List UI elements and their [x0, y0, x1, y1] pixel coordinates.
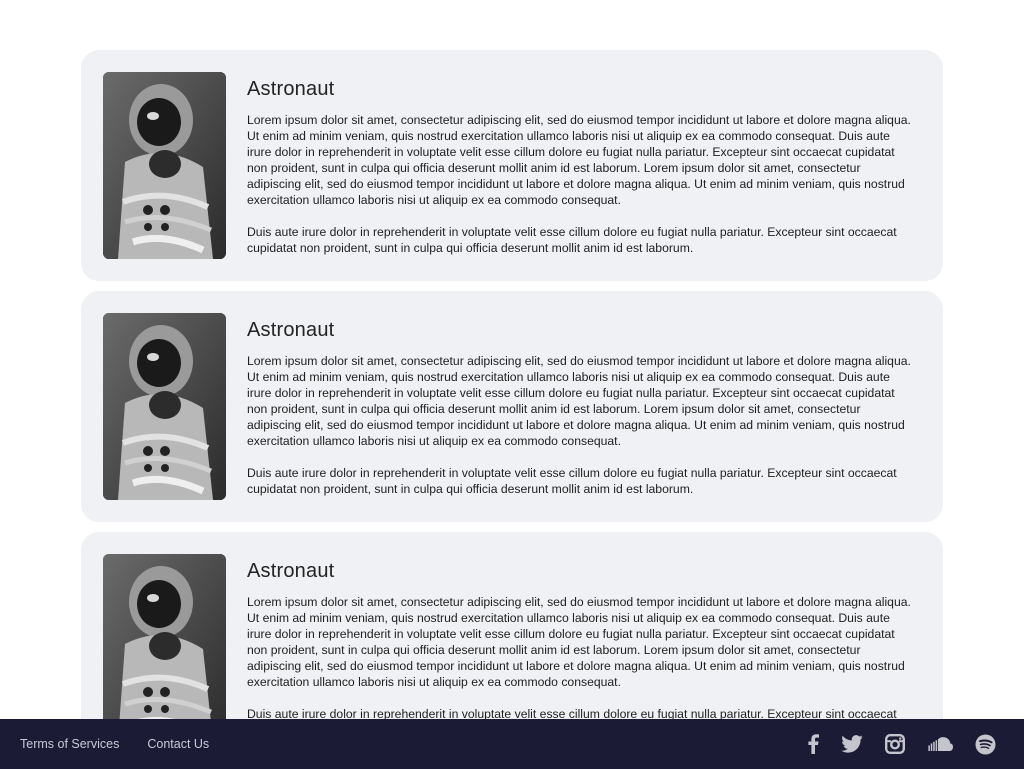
- footer-links: Terms of Services Contact Us: [20, 737, 237, 751]
- card: Astronaut Lorem ipsum dolor sit amet, co…: [81, 291, 943, 522]
- card-body: Astronaut Lorem ipsum dolor sit amet, co…: [247, 72, 917, 272]
- spotify-icon[interactable]: [975, 734, 996, 755]
- terms-of-services-link[interactable]: Terms of Services: [20, 737, 119, 751]
- card-list: Astronaut Lorem ipsum dolor sit amet, co…: [81, 50, 943, 769]
- instagram-icon[interactable]: [885, 734, 905, 754]
- card-paragraph: Duis aute irure dolor in reprehenderit i…: [247, 466, 897, 496]
- page: Astronaut Lorem ipsum dolor sit amet, co…: [0, 0, 1024, 769]
- facebook-icon[interactable]: [807, 734, 819, 754]
- astronaut-image: [103, 554, 226, 741]
- card-paragraph: Lorem ipsum dolor sit amet, consectetur …: [247, 354, 911, 448]
- card-title: Astronaut: [247, 319, 335, 341]
- astronaut-image: [103, 313, 226, 500]
- card-body: Astronaut Lorem ipsum dolor sit amet, co…: [247, 313, 917, 513]
- card-paragraph: Lorem ipsum dolor sit amet, consectetur …: [247, 595, 911, 689]
- card-title: Astronaut: [247, 78, 335, 100]
- contact-us-link[interactable]: Contact Us: [147, 737, 209, 751]
- footer: Terms of Services Contact Us: [0, 719, 1024, 769]
- astronaut-image: [103, 72, 226, 259]
- soundcloud-icon[interactable]: [927, 737, 953, 751]
- card-paragraph: Lorem ipsum dolor sit amet, consectetur …: [247, 113, 911, 207]
- card-paragraph: Duis aute irure dolor in reprehenderit i…: [247, 225, 897, 255]
- card: Astronaut Lorem ipsum dolor sit amet, co…: [81, 50, 943, 281]
- card-title: Astronaut: [247, 560, 335, 582]
- twitter-icon[interactable]: [841, 735, 863, 753]
- social-links: [785, 719, 996, 769]
